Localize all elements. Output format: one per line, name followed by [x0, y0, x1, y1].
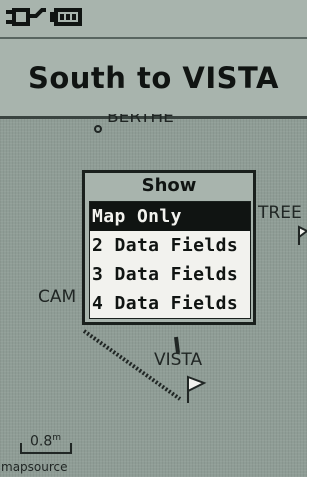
- gps-screen: South to VISTA BERTHE TREE S CAM VISTA S…: [0, 0, 307, 477]
- map-label-destination: VISTA: [154, 350, 203, 370]
- scale-value: 0.8m: [30, 433, 62, 450]
- destination-flag-icon: [187, 375, 207, 403]
- waypoint-dot: [94, 125, 102, 133]
- popup-options: Map Only 2 Data Fields 3 Data Fields 4 D…: [89, 201, 251, 319]
- map-credit: mapsource: [1, 460, 68, 474]
- map-label-left: CAM: [38, 287, 77, 307]
- scale-bar: [20, 452, 72, 454]
- status-bar: [0, 0, 307, 39]
- title-bar: South to VISTA: [0, 39, 307, 119]
- scale-tick-right: [70, 443, 72, 453]
- map-label-right: TREE S: [258, 203, 307, 223]
- power-plug-icon: [6, 6, 48, 34]
- option-4-data-fields[interactable]: 4 Data Fields: [90, 289, 250, 318]
- option-2-data-fields[interactable]: 2 Data Fields: [90, 231, 250, 260]
- popup-title: Show: [141, 175, 197, 196]
- option-map-only[interactable]: Map Only: [90, 202, 250, 231]
- waypoint-flag-icon: [298, 225, 307, 245]
- show-popup: Show Map Only 2 Data Fields 3 Data Field…: [82, 170, 256, 325]
- page-title: South to VISTA: [27, 60, 280, 95]
- option-3-data-fields[interactable]: 3 Data Fields: [90, 260, 250, 289]
- battery-icon: [50, 6, 84, 34]
